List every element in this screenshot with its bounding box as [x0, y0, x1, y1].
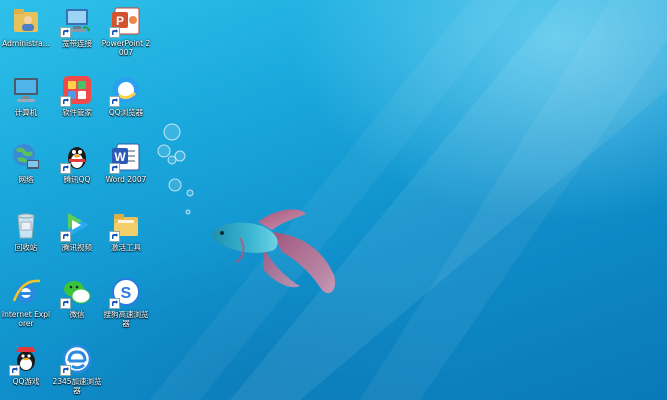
- desktop-icon-administrator[interactable]: Administra...: [0, 4, 52, 48]
- desktop-icon-tencent-video[interactable]: 腾讯视频: [51, 208, 103, 252]
- desktop-icon-internet-explorer[interactable]: Internet Explorer: [0, 275, 52, 328]
- desktop-icon-activation-tool[interactable]: 激活工具: [100, 208, 152, 252]
- icon-label: 网络: [18, 175, 34, 184]
- desktop-icon-software-manager[interactable]: 软件管家: [51, 73, 103, 117]
- icon-label: 计算机: [14, 108, 38, 117]
- desktop-icon-recycle-bin[interactable]: 回收站: [0, 208, 52, 252]
- desktop-icon-tencent-qq[interactable]: 腾讯QQ: [51, 140, 103, 184]
- internet-explorer-icon: [9, 275, 43, 309]
- icon-label: 软件管家: [62, 108, 92, 117]
- icon-label: Administra...: [2, 39, 50, 48]
- shortcut-arrow-icon: [60, 27, 71, 38]
- qq-browser-icon: [109, 73, 143, 107]
- desktop-icon-wechat[interactable]: 微信: [51, 275, 103, 319]
- light-rays: [150, 0, 667, 400]
- shortcut-arrow-icon: [60, 298, 71, 309]
- icon-label: Word 2007: [105, 175, 147, 184]
- desktop-icon-word[interactable]: W Word 2007: [100, 140, 152, 184]
- network-globe-icon: [9, 140, 43, 174]
- shortcut-arrow-icon: [109, 231, 120, 242]
- shortcut-arrow-icon: [109, 96, 120, 107]
- desktop-icon-qq-games[interactable]: QQ游戏: [0, 342, 52, 386]
- bubbles: [157, 123, 194, 215]
- powerpoint-icon: P: [109, 4, 143, 38]
- icon-label: QQ游戏: [12, 377, 40, 386]
- svg-text:P: P: [116, 14, 124, 28]
- icon-label: 激活工具: [111, 243, 141, 252]
- svg-text:S: S: [121, 285, 132, 302]
- word-icon: W: [109, 140, 143, 174]
- icon-label: 2345加速浏览器: [52, 377, 102, 395]
- network-connection-icon: [60, 4, 94, 38]
- shortcut-arrow-icon: [60, 365, 71, 376]
- tencent-video-icon: [60, 208, 94, 242]
- icon-label: 腾讯视频: [62, 243, 92, 252]
- desktop-wallpaper: Administra... 宽带连接 P PowerPoint 2007 计算机…: [0, 0, 667, 400]
- desktop-icon-qq-browser[interactable]: QQ浏览器: [100, 73, 152, 117]
- icon-label: 微信: [69, 310, 85, 319]
- desktop-icon-broadband[interactable]: 宽带连接: [51, 4, 103, 48]
- shortcut-arrow-icon: [60, 163, 71, 174]
- shortcut-arrow-icon: [9, 365, 20, 376]
- qq-penguin-icon: [60, 140, 94, 174]
- desktop-icon-sogou-browser[interactable]: S 搜狗高速浏览器: [100, 275, 152, 328]
- 2345-browser-icon: [60, 342, 94, 376]
- shortcut-arrow-icon: [109, 27, 120, 38]
- computer-icon: [9, 73, 43, 107]
- icon-label: 搜狗高速浏览器: [103, 310, 149, 328]
- icon-label: QQ浏览器: [108, 108, 144, 117]
- folder-icon: [109, 208, 143, 242]
- svg-text:W: W: [114, 150, 126, 164]
- user-folder-icon: [9, 4, 43, 38]
- shortcut-arrow-icon: [109, 298, 120, 309]
- shortcut-arrow-icon: [60, 231, 71, 242]
- desktop-icon-powerpoint[interactable]: P PowerPoint 2007: [100, 4, 152, 57]
- icon-label: PowerPoint 2007: [101, 39, 151, 57]
- icon-label: Internet Explorer: [1, 310, 51, 328]
- desktop-icon-computer[interactable]: 计算机: [0, 73, 52, 117]
- icon-label: 宽带连接: [62, 39, 92, 48]
- qq-games-icon: [9, 342, 43, 376]
- shortcut-arrow-icon: [109, 163, 120, 174]
- icon-label: 回收站: [14, 243, 38, 252]
- betta-fish: [211, 209, 336, 294]
- desktop-icon-2345-browser[interactable]: 2345加速浏览器: [51, 342, 103, 395]
- software-manager-icon: [60, 73, 94, 107]
- sogou-browser-icon: S: [109, 275, 143, 309]
- wechat-icon: [60, 275, 94, 309]
- recycle-bin-icon: [9, 208, 43, 242]
- shortcut-arrow-icon: [60, 96, 71, 107]
- icon-label: 腾讯QQ: [63, 175, 91, 184]
- desktop-icon-network[interactable]: 网络: [0, 140, 52, 184]
